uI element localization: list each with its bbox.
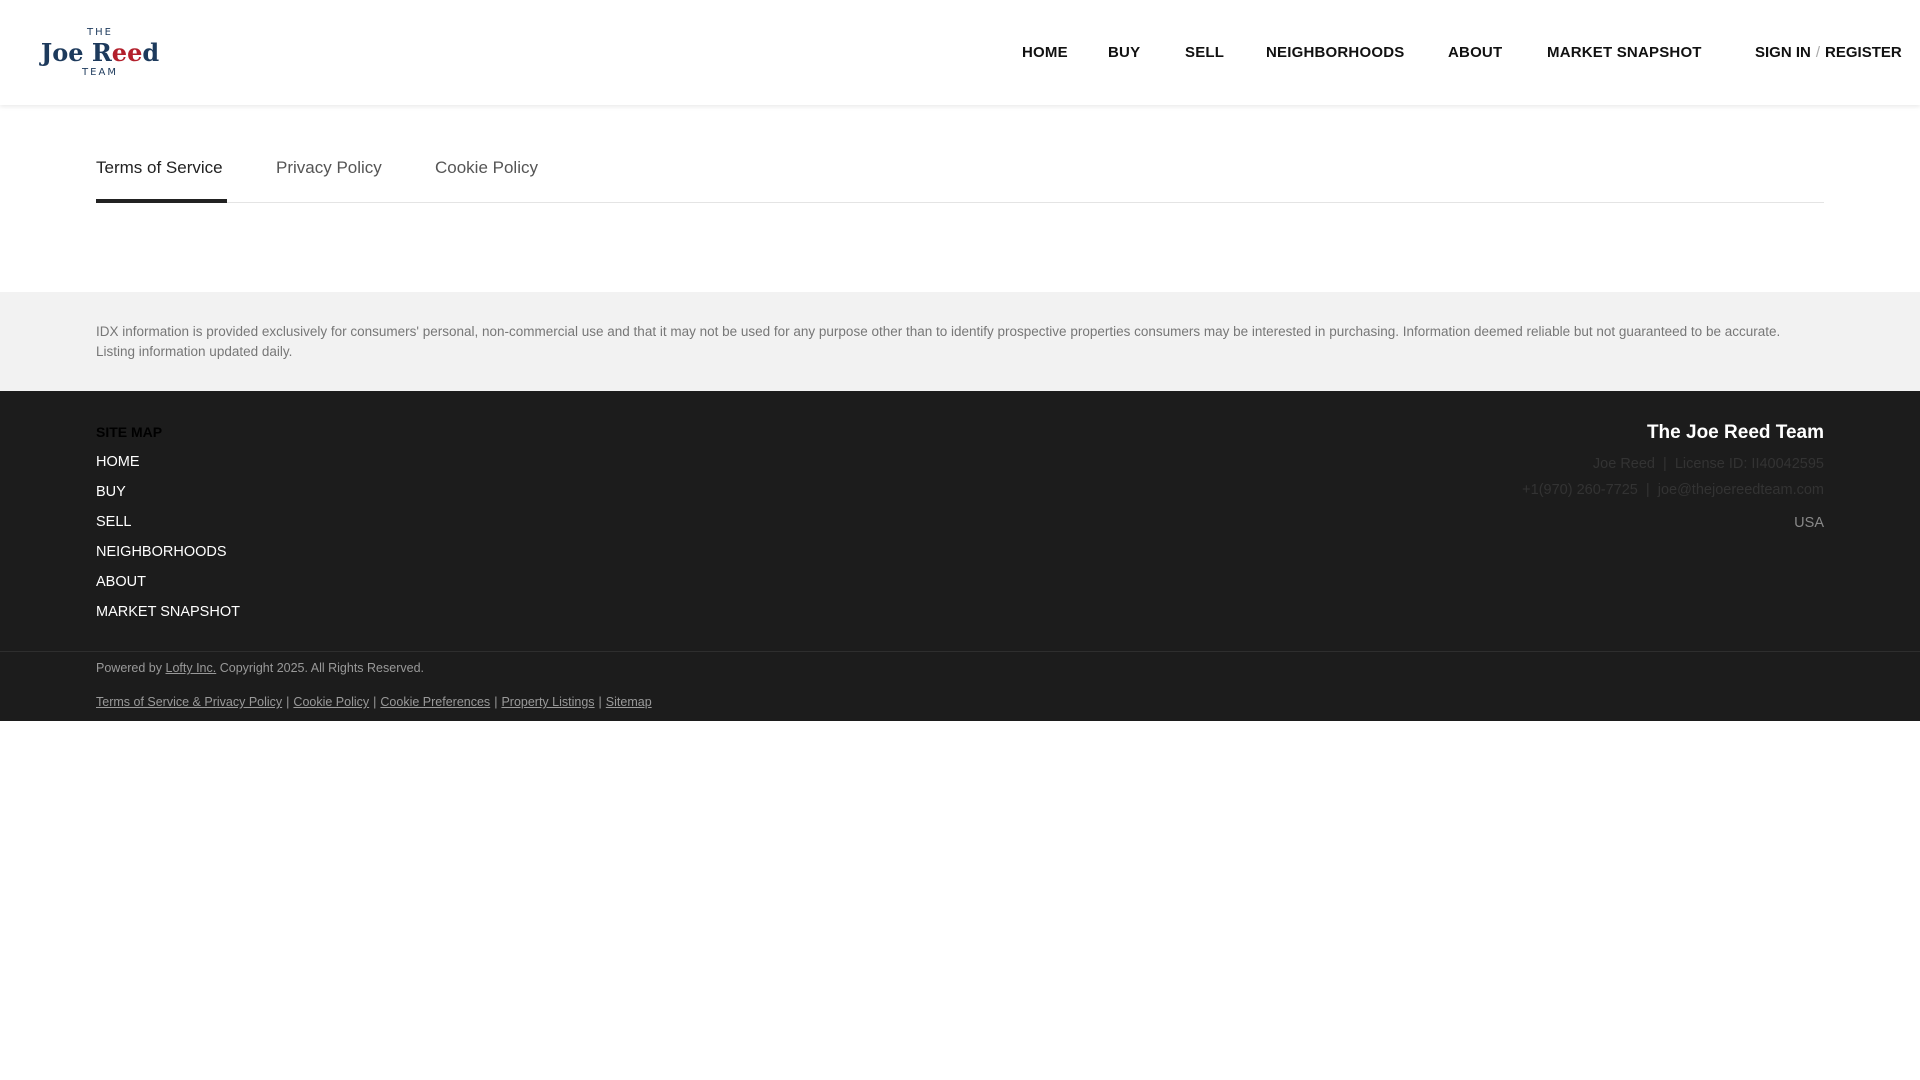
tab-terms-of-service[interactable]: Terms of Service (96, 158, 223, 178)
logo-name: Joe Reed (41, 39, 159, 67)
nav-about[interactable]: ABOUT (1448, 44, 1502, 61)
footer-sitemap: SITE MAP HOME BUY SELL NEIGHBORHOODS ABO… (96, 422, 240, 627)
sitemap-list: HOME BUY SELL NEIGHBORHOODS ABOUT MARKET… (96, 447, 240, 627)
legal-links: Terms of Service & Privacy Policy | Cookie… (96, 695, 652, 709)
country-text: USA (1794, 515, 1824, 531)
phone-email-line: +1(970) 260-7725 | joe@thejoereedteam.co… (1522, 482, 1824, 498)
powered-prefix: Powered by (96, 661, 163, 675)
lofty-link[interactable]: Lofty Inc. (166, 661, 217, 675)
legal-separator: | (494, 695, 498, 709)
footer-contact: The Joe Reed Team Joe Reed | License ID:… (1522, 419, 1824, 533)
sitemap-item-about[interactable]: ABOUT (96, 567, 240, 597)
nav-neighborhoods[interactable]: NEIGHBORHOODS (1266, 44, 1404, 61)
team-name: The Joe Reed Team (1646, 422, 1824, 443)
nav-sell[interactable]: SELL (1185, 44, 1224, 61)
auth-separator: / (1815, 44, 1821, 61)
logo-name-part2: d (142, 38, 160, 67)
legal-link-cookie-preferences[interactable]: Cookie Preferences (380, 695, 490, 709)
tab-privacy-policy[interactable]: Privacy Policy (276, 158, 382, 178)
legal-link-terms-privacy[interactable]: Terms of Service & Privacy Policy (96, 695, 282, 709)
sitemap-item-market-snapshot[interactable]: MARKET SNAPSHOT (96, 597, 240, 627)
nav-buy[interactable]: BUY (1108, 44, 1140, 61)
legal-separator: | (598, 695, 602, 709)
policy-tabs: Terms of Service Privacy Policy Cookie P… (96, 140, 1824, 203)
sign-in-link[interactable]: SIGN IN (1755, 44, 1811, 61)
legal-separator: | (286, 695, 290, 709)
sitemap-item-home[interactable]: HOME (96, 447, 240, 477)
legal-link-property-listings[interactable]: Property Listings (501, 695, 594, 709)
logo-name-accent: ee (111, 38, 143, 67)
tab-cookie-policy[interactable]: Cookie Policy (435, 158, 538, 178)
powered-by-line: Powered by Lofty Inc. Copyright 2025. Al… (96, 661, 424, 675)
legal-separator: | (373, 695, 377, 709)
sitemap-item-buy[interactable]: BUY (96, 477, 240, 507)
sitemap-title: SITE MAP (96, 424, 163, 440)
idx-disclaimer-text: IDX information is provided exclusively … (96, 324, 1781, 359)
logo-bottom-text: TEAM (82, 67, 118, 78)
nav-market-snapshot[interactable]: MARKET SNAPSHOT (1547, 44, 1702, 61)
site-header: THE Joe Reed TEAM HOME BUY SELL NEIGHBOR… (0, 0, 1920, 105)
nav-home[interactable]: HOME (1022, 44, 1068, 61)
legal-link-cookie-policy[interactable]: Cookie Policy (293, 695, 369, 709)
auth-links: SIGN IN / REGISTER (1755, 44, 1902, 61)
site-logo[interactable]: THE Joe Reed TEAM (40, 26, 160, 80)
logo-name-part1: Joe R (40, 38, 112, 67)
active-tab-indicator (96, 199, 227, 203)
register-link[interactable]: REGISTER (1825, 44, 1902, 61)
footer-divider (0, 651, 1920, 652)
legal-link-sitemap[interactable]: Sitemap (606, 695, 652, 709)
sitemap-item-neighborhoods[interactable]: NEIGHBORHOODS (96, 537, 240, 567)
sitemap-item-sell[interactable]: SELL (96, 507, 240, 537)
agent-license-line: Joe Reed | License ID: II40042595 (1592, 456, 1824, 472)
site-footer: SITE MAP HOME BUY SELL NEIGHBORHOODS ABO… (0, 391, 1920, 721)
copyright-text: Copyright 2025. All Rights Reserved. (219, 661, 424, 675)
idx-disclaimer-section: IDX information is provided exclusively … (0, 292, 1920, 391)
